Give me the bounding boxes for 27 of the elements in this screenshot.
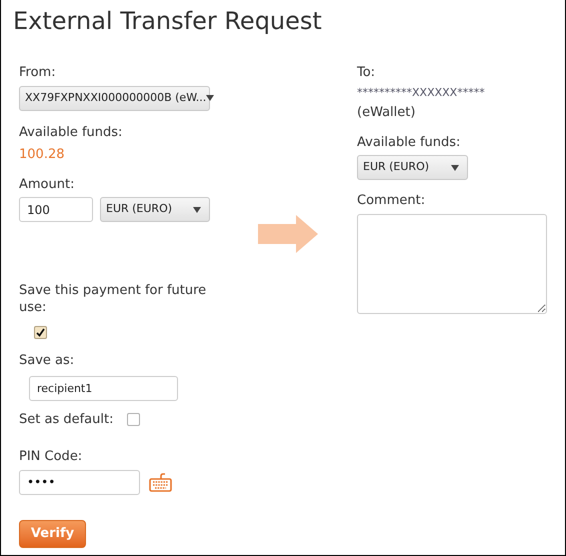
checkbox[interactable]: [34, 326, 47, 339]
field-label: From:: [19, 64, 57, 82]
field-label: Set as default:: [19, 410, 114, 428]
amount-field[interactable]: 100: [19, 197, 93, 222]
comment-field[interactable]: [357, 214, 547, 314]
dropdown[interactable]: EUR (EURO): [100, 197, 210, 222]
field-label: Amount:: [19, 176, 76, 194]
field-label: Comment:: [357, 192, 426, 210]
field-label: Save as:: [19, 352, 76, 370]
pin-field[interactable]: ••••: [19, 470, 140, 494]
funds-amount: 100.28: [19, 146, 66, 164]
caret-icon: [451, 164, 459, 170]
field-label: (eWallet): [357, 104, 416, 122]
field-label: PIN Code:: [19, 448, 84, 466]
caret-icon: [193, 206, 201, 212]
masked-account: **********XXXXXX*****: [357, 84, 486, 100]
save-as-field[interactable]: recipient1: [29, 376, 178, 400]
field-label: Available funds:: [357, 134, 462, 152]
arrow-icon: [258, 215, 318, 253]
save-payment-label: Save this payment for future use:: [19, 282, 208, 316]
caret-icon: [206, 95, 214, 101]
field-label: To:: [357, 64, 376, 82]
checkbox[interactable]: [127, 412, 140, 426]
page-title: External Transfer Request: [12, 6, 323, 37]
dropdown[interactable]: EUR (EURO): [357, 155, 468, 180]
keyboard-icon[interactable]: [149, 472, 172, 492]
field-label: Available funds:: [19, 124, 124, 142]
